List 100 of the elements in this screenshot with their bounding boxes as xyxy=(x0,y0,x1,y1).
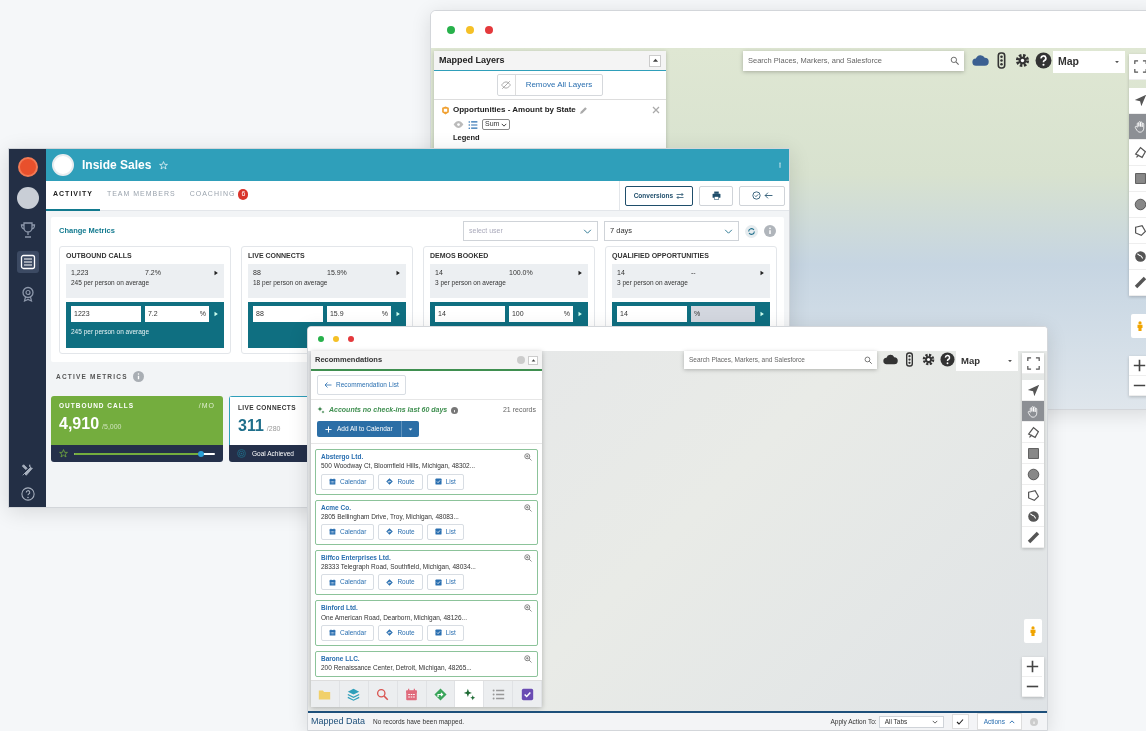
logo-icon xyxy=(17,157,38,177)
play-icon[interactable] xyxy=(577,269,583,276)
map-tool-button[interactable] xyxy=(1022,353,1044,374)
map-tool-button[interactable] xyxy=(1022,506,1044,527)
map-tool-button[interactable] xyxy=(1129,270,1146,296)
avatar-icon xyxy=(52,154,74,176)
zoom-icon[interactable] xyxy=(524,503,532,512)
lasso-icon xyxy=(1133,146,1146,159)
ruler-icon xyxy=(1133,276,1146,289)
map-tool-button[interactable] xyxy=(1022,464,1044,485)
tools-icon[interactable] xyxy=(20,463,35,477)
globe-icon xyxy=(1133,250,1146,263)
map-tool-button[interactable] xyxy=(1022,527,1044,548)
chevron-down-icon xyxy=(724,226,733,236)
info-icon[interactable] xyxy=(451,406,459,414)
route-diamond-icon xyxy=(386,478,394,486)
help-icon[interactable] xyxy=(1035,52,1052,69)
checkmark-icon xyxy=(956,717,965,726)
settings-icon[interactable] xyxy=(921,352,936,367)
collapse-button[interactable] xyxy=(649,54,661,67)
zoom-out-button[interactable] xyxy=(1022,677,1042,697)
caret-icon xyxy=(1007,358,1013,364)
zoom-icon[interactable] xyxy=(524,554,532,563)
play-icon[interactable] xyxy=(213,269,219,276)
map-tool-button[interactable] xyxy=(1129,166,1146,192)
calendar-icon xyxy=(329,629,336,637)
list-icon xyxy=(19,254,36,270)
settings-icon[interactable] xyxy=(1014,52,1031,69)
caret-up-icon xyxy=(530,357,536,363)
checkbox-icon xyxy=(434,528,442,536)
map-tool-button[interactable] xyxy=(1129,192,1146,218)
cloud-icon[interactable] xyxy=(972,52,989,69)
search-icon[interactable] xyxy=(949,56,959,66)
hand-icon xyxy=(1026,404,1040,418)
navigation-arrow-icon xyxy=(1026,383,1040,397)
cloud-icon[interactable] xyxy=(883,352,898,367)
caret-up-icon xyxy=(651,57,659,64)
help-icon[interactable] xyxy=(940,352,955,367)
window-control-icon[interactable] xyxy=(318,336,324,342)
caret-icon xyxy=(1114,59,1120,65)
polygon-icon xyxy=(1026,488,1040,502)
avatar-icon xyxy=(16,187,39,209)
search-icon[interactable] xyxy=(863,355,872,365)
layer-name: Opportunities - Amount by State xyxy=(453,104,576,116)
calendar-icon xyxy=(329,528,336,536)
remove-all-layers-button[interactable]: Remove All Layers xyxy=(496,74,604,96)
circle-icon xyxy=(1133,198,1146,211)
map-tool-button[interactable] xyxy=(1022,443,1044,464)
help-icon[interactable] xyxy=(20,487,35,501)
zoom-icon[interactable] xyxy=(524,604,532,613)
globe-icon xyxy=(1026,509,1040,523)
navigation-arrow-icon xyxy=(1133,94,1146,107)
print-button[interactable] xyxy=(699,185,733,206)
map-tool-button[interactable] xyxy=(1022,380,1044,401)
refresh-icon[interactable] xyxy=(745,224,758,238)
play-icon[interactable] xyxy=(395,269,401,276)
map-tool-button[interactable] xyxy=(1022,485,1044,506)
list-icon[interactable] xyxy=(468,119,478,130)
zoom-icon[interactable] xyxy=(524,453,532,462)
checkbox-icon xyxy=(434,478,442,486)
zoom-out-button[interactable] xyxy=(1129,376,1146,396)
map-tool-button[interactable] xyxy=(1129,54,1146,80)
layers-icon xyxy=(347,687,361,701)
calendar-icon xyxy=(405,687,419,701)
square-icon xyxy=(1133,172,1146,185)
plus-icon xyxy=(1132,359,1146,372)
map-tool-button[interactable] xyxy=(1129,140,1146,166)
layer-marker-icon xyxy=(441,105,450,115)
target-icon xyxy=(237,449,246,459)
sidebar-item[interactable] xyxy=(16,251,39,273)
window-control-icon[interactable] xyxy=(348,336,354,342)
check-back-button[interactable] xyxy=(739,185,785,206)
square-icon xyxy=(1026,446,1040,460)
window-control-icon[interactable] xyxy=(447,25,455,34)
zoom-in-button[interactable] xyxy=(1022,657,1042,677)
caret-icon xyxy=(407,426,413,432)
hand-icon xyxy=(1133,120,1146,133)
map-tool-button[interactable] xyxy=(1129,244,1146,270)
folder-icon xyxy=(318,687,332,701)
check-button[interactable] xyxy=(951,714,969,729)
check-circle-icon xyxy=(751,191,761,200)
map-tool-button[interactable] xyxy=(1129,88,1146,114)
fullscreen-icon xyxy=(1026,356,1040,370)
zoom-icon[interactable] xyxy=(524,654,532,663)
play-icon[interactable] xyxy=(759,269,765,276)
toolbar-tab[interactable] xyxy=(455,681,485,707)
bar-title: Mapped Data xyxy=(311,716,366,727)
calendar-icon xyxy=(329,478,336,486)
map-tool-button[interactable] xyxy=(1022,422,1044,443)
checkbox-icon xyxy=(434,578,442,586)
sparkle-icon xyxy=(462,687,476,701)
goal-value: 311 xyxy=(238,416,264,437)
star-icon[interactable] xyxy=(59,449,68,459)
map-type-select[interactable]: Map xyxy=(956,351,1018,371)
window-control-icon[interactable] xyxy=(485,25,493,34)
map-type-select[interactable]: Map xyxy=(1053,51,1125,73)
collapse-button[interactable] xyxy=(528,355,538,365)
fullscreen-icon xyxy=(1133,60,1146,73)
zoom-in-button[interactable] xyxy=(1129,356,1146,376)
map-tool-button[interactable] xyxy=(1129,218,1146,244)
